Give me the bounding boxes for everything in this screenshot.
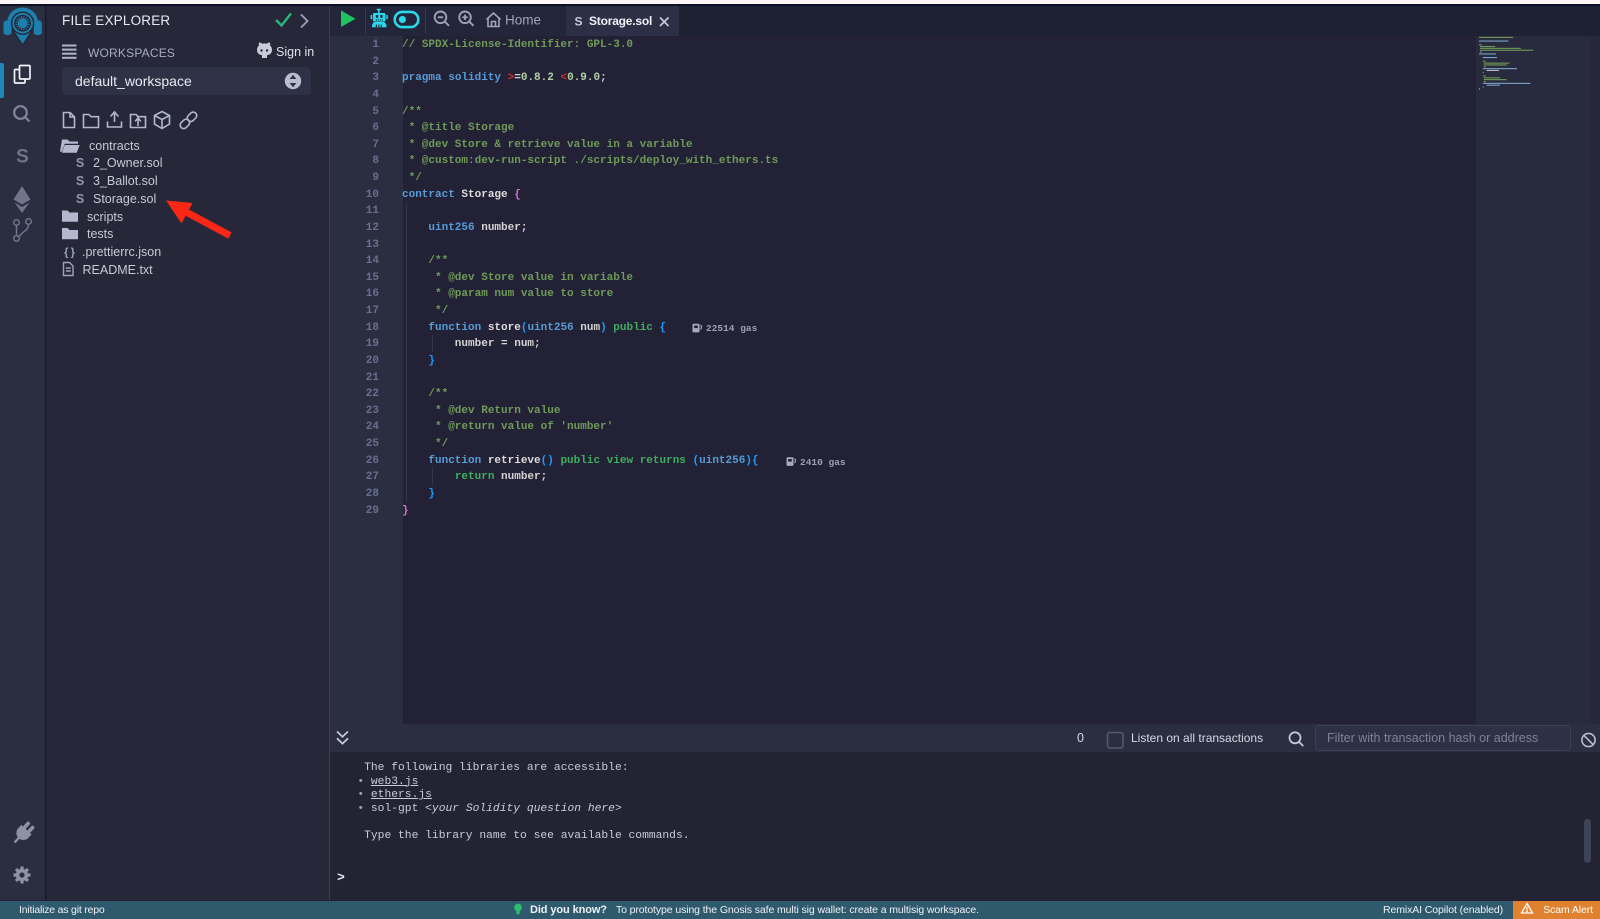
svg-text:S: S: [76, 174, 84, 188]
svg-text:S: S: [76, 156, 84, 170]
svg-text:Home: Home: [505, 13, 541, 28]
svg-text:S: S: [574, 15, 582, 29]
svg-text:{ }: { }: [64, 247, 75, 259]
svg-text:S: S: [76, 192, 84, 206]
svg-text:S: S: [16, 147, 29, 168]
